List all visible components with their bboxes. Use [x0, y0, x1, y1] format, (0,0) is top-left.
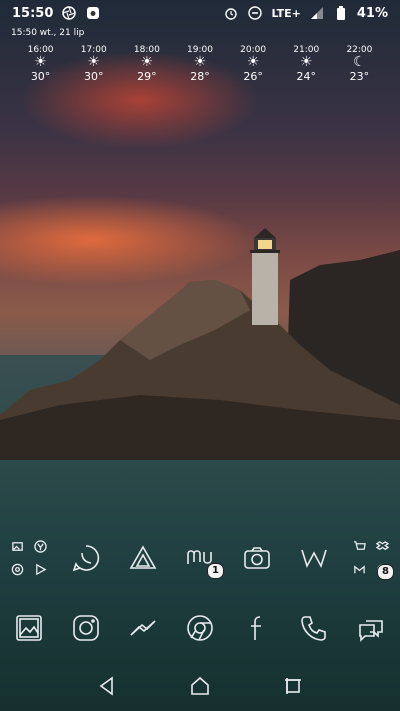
aperture-icon: [61, 5, 77, 21]
forecast-temp: 24°: [296, 70, 317, 83]
notification-badge: 8: [377, 564, 394, 580]
notification-badge: 1: [207, 563, 224, 579]
forecast-slot: 17:00 ☀ 30°: [74, 45, 114, 87]
dropbox-mini-icon: [376, 541, 389, 551]
back-button[interactable]: [96, 675, 118, 701]
sun-icon: ☀: [299, 54, 313, 70]
home-row-apps: 1 8: [0, 537, 400, 580]
forecast-slot: 20:00 ☀ 26°: [233, 45, 273, 87]
wattpad-app[interactable]: [293, 537, 335, 579]
folder-left[interactable]: [8, 537, 50, 579]
whatsapp-app[interactable]: [65, 537, 107, 579]
alarm-icon: [223, 5, 239, 21]
folder-right[interactable]: 8: [350, 537, 394, 580]
back-icon: [99, 676, 113, 696]
forecast-slot: 19:00 ☀ 28°: [180, 45, 220, 87]
forecast-temp: 23°: [349, 70, 370, 83]
home-icon: [191, 676, 209, 695]
forecast-temp: 29°: [137, 70, 157, 83]
sun-icon: ☀: [87, 54, 100, 70]
cart-mini-icon: [353, 541, 366, 550]
gallery-mini-icon: [12, 542, 23, 551]
whatsapp-icon: [72, 545, 100, 572]
battery-icon: [333, 5, 349, 21]
sun-icon: ☀: [140, 54, 154, 70]
forecast-slot: 22:00 ☾ 23°: [339, 45, 379, 87]
sun-icon: ☀: [193, 54, 207, 70]
artstation-icon: [129, 545, 157, 569]
battery-level: 41%: [356, 5, 388, 21]
instagram-app[interactable]: [65, 607, 107, 649]
do-not-disturb-icon: [247, 5, 263, 21]
settings-mini-icon: [11, 563, 24, 576]
wallpaper-lighthouse-scene: [0, 228, 400, 460]
forecast-temp: 30°: [83, 70, 104, 83]
forecast-temp: 26°: [243, 70, 263, 83]
wattpad-icon: [301, 549, 327, 569]
forecast-slot: 21:00 ☀ 24°: [286, 45, 326, 87]
facebook-app[interactable]: [236, 607, 278, 649]
messenger-app[interactable]: [122, 607, 164, 649]
recents-icon: [285, 678, 302, 694]
gmail-mini-icon: [354, 565, 365, 574]
notification-app-icon: [85, 5, 101, 21]
recents-button[interactable]: [282, 675, 304, 701]
camera-app[interactable]: [236, 537, 278, 579]
chrome-icon: [187, 615, 213, 641]
gallery-app[interactable]: [8, 607, 50, 649]
messenger-icon: [130, 620, 156, 636]
gallery-icon: [16, 615, 42, 641]
signal-icon: [309, 5, 325, 21]
artstation-app[interactable]: [122, 537, 164, 579]
dock: [0, 607, 400, 649]
date-line: 15:50 wt., 21 lip: [11, 28, 85, 38]
chat-bubbles-icon: [359, 620, 383, 642]
forecast-temp: 28°: [190, 70, 210, 83]
navigation-bar: [0, 668, 400, 708]
play-store-mini-icon: [36, 563, 47, 576]
phone-app[interactable]: [293, 607, 335, 649]
moon-icon: ☾: [353, 54, 366, 70]
status-bar: 15:50 LTE+ 41%: [0, 0, 400, 26]
network-type: LTE+: [271, 6, 301, 20]
mu-app[interactable]: 1: [179, 537, 224, 579]
forecast-slot: 16:00 ☀ 30°: [21, 45, 61, 87]
home-button[interactable]: [189, 675, 211, 701]
forecast-slot: 18:00 ☀ 29°: [127, 45, 167, 87]
instagram-icon: [73, 615, 99, 641]
chrome-app[interactable]: [179, 607, 221, 649]
forecast-temp: 30°: [30, 70, 51, 83]
sun-icon: ☀: [246, 54, 260, 70]
messages-app[interactable]: [350, 607, 392, 649]
sun-icon: ☀: [34, 54, 47, 70]
weather-forecast-widget[interactable]: 16:00 ☀ 30° 17:00 ☀ 30° 18:00 ☀ 29° 19:0…: [0, 45, 400, 87]
facebook-icon: [251, 616, 261, 640]
camera-icon: [244, 547, 270, 569]
status-time: 15:50: [12, 5, 54, 21]
phone-icon: [301, 616, 326, 641]
yahoo-mini-icon: [34, 540, 47, 553]
